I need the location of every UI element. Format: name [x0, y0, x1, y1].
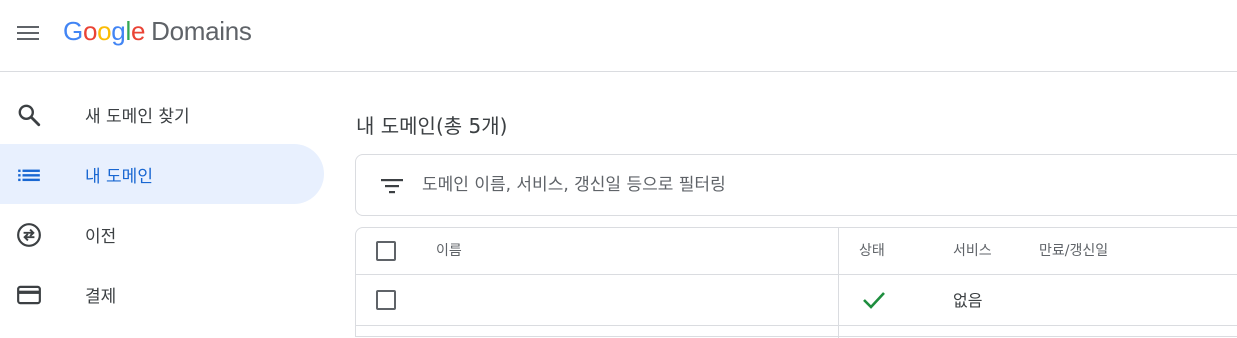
logo-product-name: Domains	[151, 16, 252, 46]
column-header-service[interactable]: 서비스	[953, 240, 992, 260]
sidebar-item-label: 내 도메인	[85, 167, 153, 187]
google-domains-logo[interactable]: Google Domains	[63, 16, 252, 47]
sidebar-item-label: 새 도메인 찾기	[85, 107, 190, 127]
select-all-checkbox[interactable]	[376, 241, 396, 261]
search-icon	[18, 104, 41, 127]
sidebar-item-label: 이전	[85, 227, 117, 247]
check-icon	[863, 292, 885, 309]
filter-input[interactable]	[422, 173, 1202, 197]
sidebar-item-label: 결제	[85, 287, 117, 307]
sidebar-item-find-domain[interactable]: 새 도메인 찾기	[0, 84, 324, 144]
service-cell: 없음	[953, 291, 983, 310]
list-icon	[18, 169, 40, 182]
table-header-row: 이름 상태 서비스 만료/갱신일	[356, 228, 1237, 275]
filter-bar[interactable]	[355, 154, 1237, 216]
transfer-icon	[17, 223, 41, 247]
column-header-expiry[interactable]: 만료/갱신일	[1039, 240, 1108, 260]
sidebar-item-transfer[interactable]: 이전	[0, 204, 324, 264]
top-app-bar: Google Domains	[0, 0, 1237, 72]
hamburger-menu-icon[interactable]	[14, 21, 44, 47]
column-header-name[interactable]: 이름	[436, 240, 462, 260]
filter-icon	[381, 179, 403, 194]
page-title: 내 도메인(총 5개)	[356, 114, 508, 138]
column-header-status[interactable]: 상태	[859, 240, 885, 260]
table-row[interactable]: 없음	[356, 275, 1237, 326]
sidebar-item-billing[interactable]: 결제	[0, 264, 324, 324]
sidebar-nav: 새 도메인 찾기 내 도메인 이전 결제	[0, 84, 324, 324]
credit-card-icon	[17, 285, 41, 305]
row-checkbox[interactable]	[376, 290, 396, 310]
sidebar-item-my-domains[interactable]: 내 도메인	[0, 144, 324, 204]
domains-table: 이름 상태 서비스 만료/갱신일 없음	[355, 227, 1237, 338]
